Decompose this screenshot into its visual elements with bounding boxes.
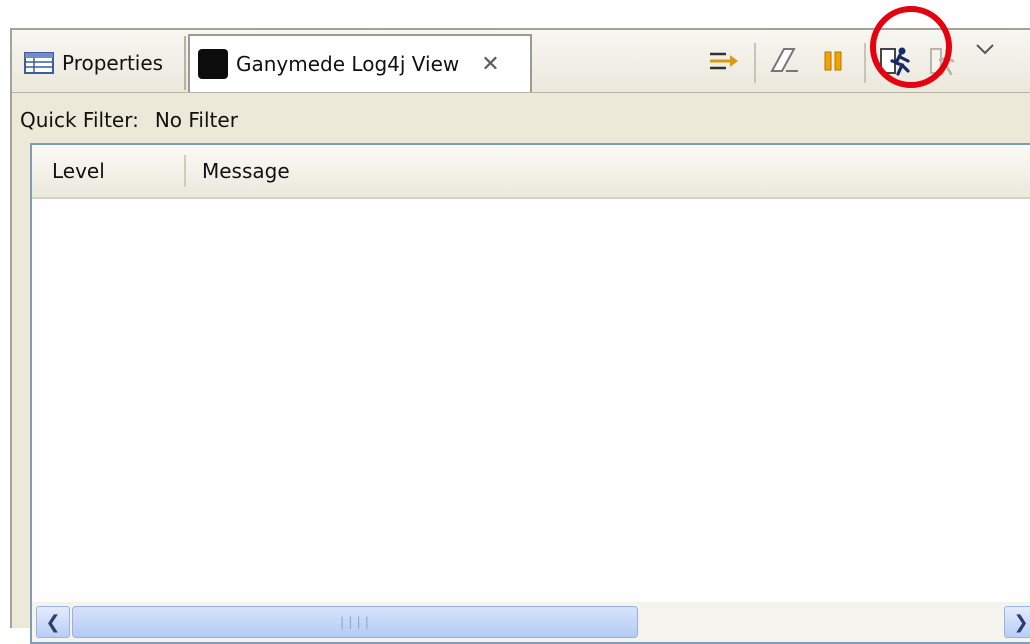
tab-properties-label: Properties: [62, 51, 164, 75]
tab-properties[interactable]: Properties: [16, 36, 186, 90]
grip-icon: ||||: [338, 615, 372, 629]
column-header-level[interactable]: Level: [52, 159, 105, 183]
toolbar-separator-2: [864, 43, 866, 83]
column-header-message[interactable]: Message: [202, 159, 290, 183]
scroll-right-button[interactable]: ❯: [1004, 606, 1030, 638]
horizontal-scrollbar[interactable]: ❮ |||| ❯: [32, 602, 1030, 642]
arrows-right-icon: [706, 46, 740, 80]
eraser-icon: [768, 46, 802, 80]
wrap-lines-button[interactable]: [702, 42, 744, 84]
pause-icon: [823, 50, 843, 76]
table-body: [32, 199, 1030, 602]
log-table: Level Message ❮ |||| ❯: [30, 143, 1030, 644]
log4j-view-panel: Properties Ganymede Log4j View ✕ Quick F…: [10, 28, 1030, 644]
chevron-right-icon: ❯: [1013, 611, 1029, 633]
close-icon[interactable]: ✕: [481, 52, 499, 77]
pause-button[interactable]: [812, 42, 854, 84]
toolbar-separator: [754, 43, 756, 83]
column-divider[interactable]: [184, 155, 186, 187]
clear-button[interactable]: [764, 42, 806, 84]
chevron-down-icon: [975, 42, 995, 62]
properties-table-icon: [24, 52, 54, 74]
tab-ganymede-log4j-view[interactable]: Ganymede Log4j View ✕: [188, 34, 532, 92]
view-toolbar: [702, 36, 1000, 90]
highlight-circle: [870, 6, 952, 88]
scroll-left-button[interactable]: ❮: [36, 606, 70, 638]
ganymede-moon-icon: [198, 49, 228, 79]
chevron-left-icon: ❮: [45, 611, 61, 633]
tab-log4j-label: Ganymede Log4j View: [236, 52, 460, 76]
quick-filter-label: Quick Filter:: [20, 108, 139, 132]
quick-filter-value[interactable]: No Filter: [155, 108, 238, 132]
quick-filter: Quick Filter: No Filter: [20, 108, 238, 132]
view-menu-button[interactable]: [970, 42, 1000, 84]
table-header: Level Message: [32, 145, 1030, 199]
scroll-thumb[interactable]: ||||: [72, 606, 638, 638]
